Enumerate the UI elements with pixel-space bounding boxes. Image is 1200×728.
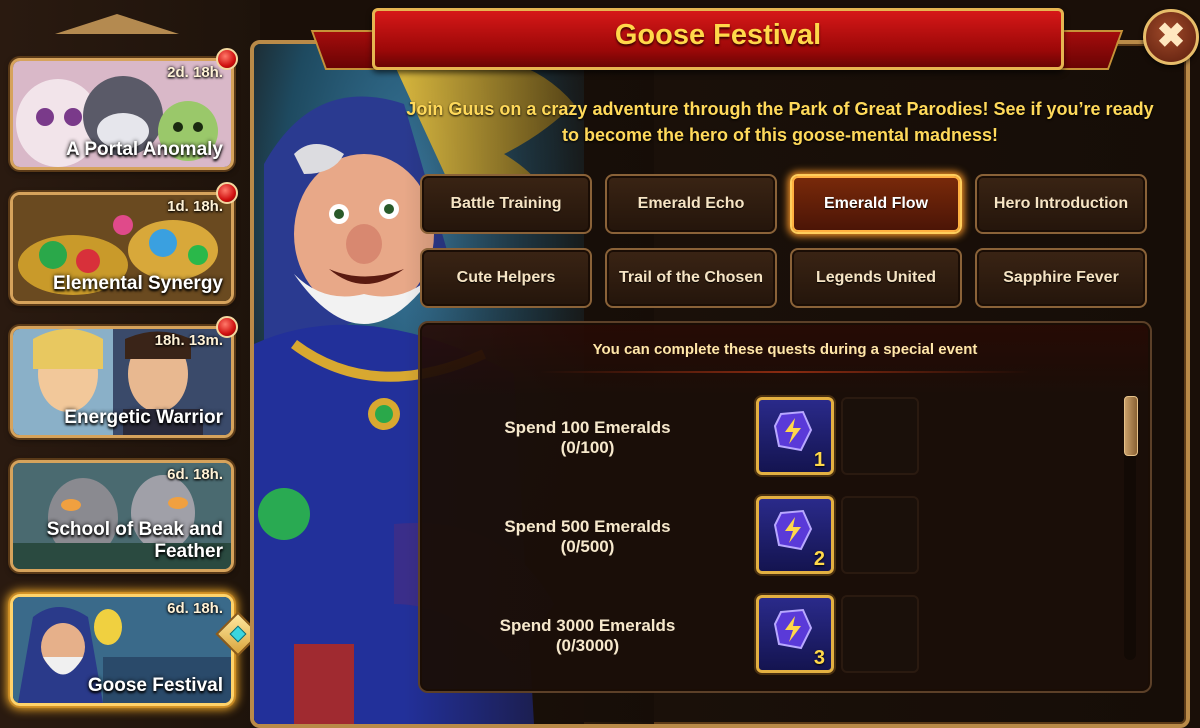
quest-item: Spend 3000 Emeralds (0/3000)	[470, 616, 705, 656]
page-title: Goose Festival	[614, 19, 822, 51]
event-card-school-of-beak[interactable]: 6d. 18h. School of Beak and Feather	[10, 460, 234, 572]
close-button[interactable]: ✖	[1143, 9, 1199, 65]
tab-trail-of-the-chosen[interactable]: Trail of the Chosen	[605, 248, 777, 308]
quest-progress: (0/3000)	[555, 636, 620, 655]
event-title: Energetic Warrior	[64, 407, 223, 428]
quest-list-header: You can complete these quests during a s…	[592, 341, 978, 358]
tab-emerald-echo[interactable]: Emerald Echo	[605, 174, 777, 234]
quest-name: Spend 100 Emeralds	[504, 418, 671, 437]
reward-slot[interactable]: 1	[756, 397, 834, 475]
empty-reward-slot	[841, 397, 919, 475]
notification-dot-icon	[216, 316, 238, 338]
event-card-goose-festival[interactable]: 6d. 18h. Goose Festival	[10, 594, 234, 706]
tab-legends-united[interactable]: Legends United	[790, 248, 962, 308]
event-timer: 6d. 18h.	[167, 466, 223, 483]
tab-sapphire-fever[interactable]: Sapphire Fever	[975, 248, 1147, 308]
quest-item: Spend 100 Emeralds (0/100)	[470, 418, 705, 458]
reward-quantity: 2	[813, 548, 825, 570]
tab-battle-training[interactable]: Battle Training	[420, 174, 592, 234]
quest-item: Spend 500 Emeralds (0/500)	[470, 517, 705, 557]
event-card-elemental-synergy[interactable]: 1d. 18h. Elemental Synergy	[10, 192, 234, 304]
lightning-crystal-icon	[773, 608, 813, 650]
quest-name: Spend 3000 Emeralds	[499, 616, 676, 635]
quest-scrollbar[interactable]	[1124, 396, 1138, 660]
event-title: A Portal Anomaly	[66, 139, 223, 160]
reward-quantity: 1	[813, 449, 825, 471]
event-title: Goose Festival	[87, 675, 223, 696]
event-sidebar: 2d. 18h. A Portal Anomaly 1d. 18h. Eleme…	[0, 0, 260, 728]
event-timer: 6d. 18h.	[167, 600, 223, 617]
scrollbar-thumb[interactable]	[1124, 396, 1138, 456]
reward-slot[interactable]: 2	[756, 496, 834, 574]
event-timer: 18h. 13m.	[154, 332, 223, 349]
tab-emerald-flow[interactable]: Emerald Flow	[790, 174, 962, 234]
tab-cute-helpers[interactable]: Cute Helpers	[420, 248, 592, 308]
event-timer: 2d. 18h.	[167, 64, 223, 81]
reward-slot[interactable]: 3	[756, 595, 834, 673]
reward-quantity: 3	[813, 647, 825, 669]
event-timer: 1d. 18h.	[167, 198, 223, 215]
event-title: School of Beak and Feather	[46, 519, 223, 562]
lightning-crystal-icon	[773, 410, 813, 452]
event-card-energetic-warrior[interactable]: 18h. 13m. Energetic Warrior	[10, 326, 234, 438]
lightning-crystal-icon	[773, 509, 813, 551]
quest-progress: (0/500)	[560, 537, 615, 556]
quest-divider	[540, 371, 1030, 373]
empty-reward-slot	[841, 496, 919, 574]
title-banner: Goose Festival	[372, 8, 1064, 70]
notification-dot-icon	[216, 182, 238, 204]
quest-name: Spend 500 Emeralds	[504, 517, 671, 536]
event-card-portal-anomaly[interactable]: 2d. 18h. A Portal Anomaly	[10, 58, 234, 170]
notification-dot-icon	[216, 48, 238, 70]
tab-hero-introduction[interactable]: Hero Introduction	[975, 174, 1147, 234]
quest-progress: (0/100)	[560, 438, 615, 457]
scroll-up-arrow-icon[interactable]	[55, 14, 179, 34]
empty-reward-slot	[841, 595, 919, 673]
event-description: Join Guus on a crazy adventure through t…	[406, 99, 1154, 145]
event-title: Elemental Synergy	[52, 273, 223, 294]
